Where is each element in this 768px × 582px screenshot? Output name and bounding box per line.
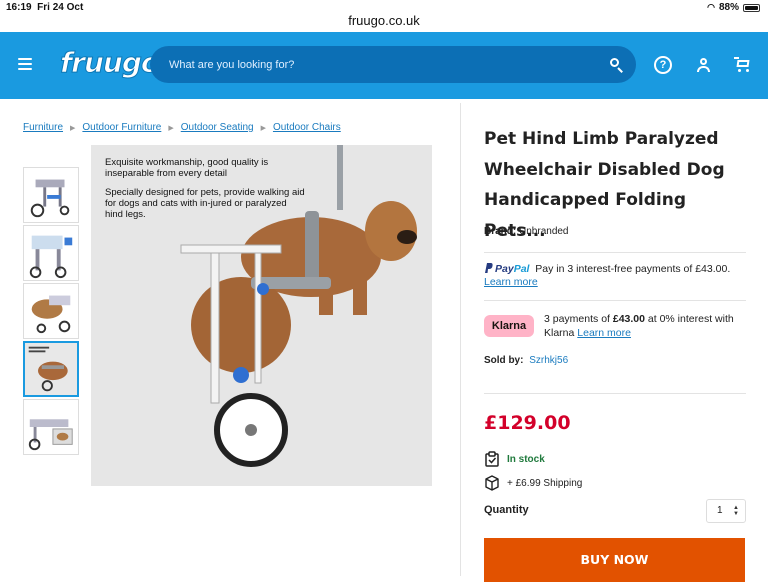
thumbnail-5[interactable]: [23, 399, 79, 455]
quantity-select[interactable]: 1 ▲ ▼: [706, 499, 746, 523]
shipping-info: + £6.99 Shipping: [484, 475, 582, 491]
shipping-text: + £6.99 Shipping: [507, 477, 583, 489]
divider: [484, 300, 746, 301]
breadcrumb-outdoor-furniture[interactable]: Outdoor Furniture: [82, 122, 161, 133]
divider: [484, 393, 746, 394]
klarna-offer: Klarna 3 payments of £43.00 at 0% intere…: [484, 312, 746, 340]
klarna-text: 3 payments of £43.00 at 0% interest with…: [544, 313, 734, 339]
buy-now-button[interactable]: BUY NOW: [484, 538, 745, 582]
image-caption: Exquisite workmanship, good quality is i…: [105, 157, 305, 228]
quantity-label: Quantity: [484, 504, 529, 516]
thumbnail-2[interactable]: [23, 225, 79, 281]
quantity-value: 1: [717, 505, 723, 516]
menu-icon[interactable]: [18, 58, 32, 70]
url-bar[interactable]: fruugo.co.uk: [0, 13, 768, 33]
sold-by-label: Sold by:: [484, 355, 524, 366]
brand-label: Brand:: [484, 226, 517, 237]
select-arrows-icon: ▲ ▼: [733, 505, 739, 517]
wifi-icon: ◠: [707, 2, 715, 12]
status-time: 16:19 Fri 24 Oct: [6, 2, 84, 13]
stock-text: In stock: [507, 453, 545, 465]
divider: [484, 252, 746, 253]
paypal-learn-more-link[interactable]: Learn more: [484, 276, 538, 288]
stock-status: In stock: [484, 451, 545, 467]
site-header: fruugo ?: [0, 32, 768, 99]
klarna-logo: Klarna: [484, 315, 534, 337]
cart-icon[interactable]: [734, 56, 752, 74]
sold-by-row: Sold by: Szrhkj56: [484, 355, 568, 366]
image-caption-line-1: Exquisite workmanship, good quality is i…: [105, 157, 269, 179]
search-icon[interactable]: [598, 46, 636, 83]
clipboard-check-icon: [485, 451, 499, 467]
thumbnail-3[interactable]: [23, 283, 79, 339]
url-text: fruugo.co.uk: [348, 13, 420, 28]
column-divider: [460, 103, 461, 576]
chevron-right-icon: ▶: [168, 124, 174, 132]
breadcrumb-furniture[interactable]: Furniture: [23, 122, 63, 133]
image-thumbnails: [23, 167, 79, 457]
search-bar: [150, 46, 636, 83]
breadcrumb: Furniture ▶ Outdoor Furniture ▶ Outdoor …: [23, 122, 341, 133]
package-icon: [485, 475, 499, 491]
battery-icon: [743, 3, 760, 12]
breadcrumb-outdoor-chairs[interactable]: Outdoor Chairs: [273, 122, 341, 133]
thumbnail-1[interactable]: [23, 167, 79, 223]
account-icon[interactable]: [695, 56, 713, 74]
status-bar: 16:19 Fri 24 Oct ◠ 88%: [0, 0, 768, 14]
help-icon[interactable]: ?: [654, 56, 672, 74]
battery-indicator: ◠ 88%: [707, 2, 760, 13]
quantity-row: Quantity 1 ▲ ▼: [484, 499, 746, 523]
search-input[interactable]: [150, 58, 598, 71]
paypal-logo: PayPal: [484, 263, 532, 275]
paypal-offer: PayPal Pay in 3 interest-free payments o…: [484, 262, 746, 289]
paypal-text: Pay in 3 interest-free payments of £43.0…: [535, 263, 731, 275]
paypal-icon: [485, 263, 493, 273]
breadcrumb-outdoor-seating[interactable]: Outdoor Seating: [181, 122, 254, 133]
chevron-right-icon: ▶: [70, 124, 76, 132]
brand-value: Unbranded: [519, 226, 569, 237]
main-product-image[interactable]: Exquisite workmanship, good quality is i…: [91, 145, 432, 486]
thumbnail-4-selected[interactable]: [23, 341, 79, 397]
product-price: £129.00: [484, 412, 571, 434]
brand-row: Brand: Unbranded: [484, 226, 569, 237]
chevron-right-icon: ▶: [260, 124, 266, 132]
image-caption-line-2: Specially designed for pets, provide wal…: [105, 187, 305, 220]
klarna-learn-more-link[interactable]: Learn more: [577, 327, 631, 339]
seller-link[interactable]: Szrhkj56: [529, 355, 568, 366]
